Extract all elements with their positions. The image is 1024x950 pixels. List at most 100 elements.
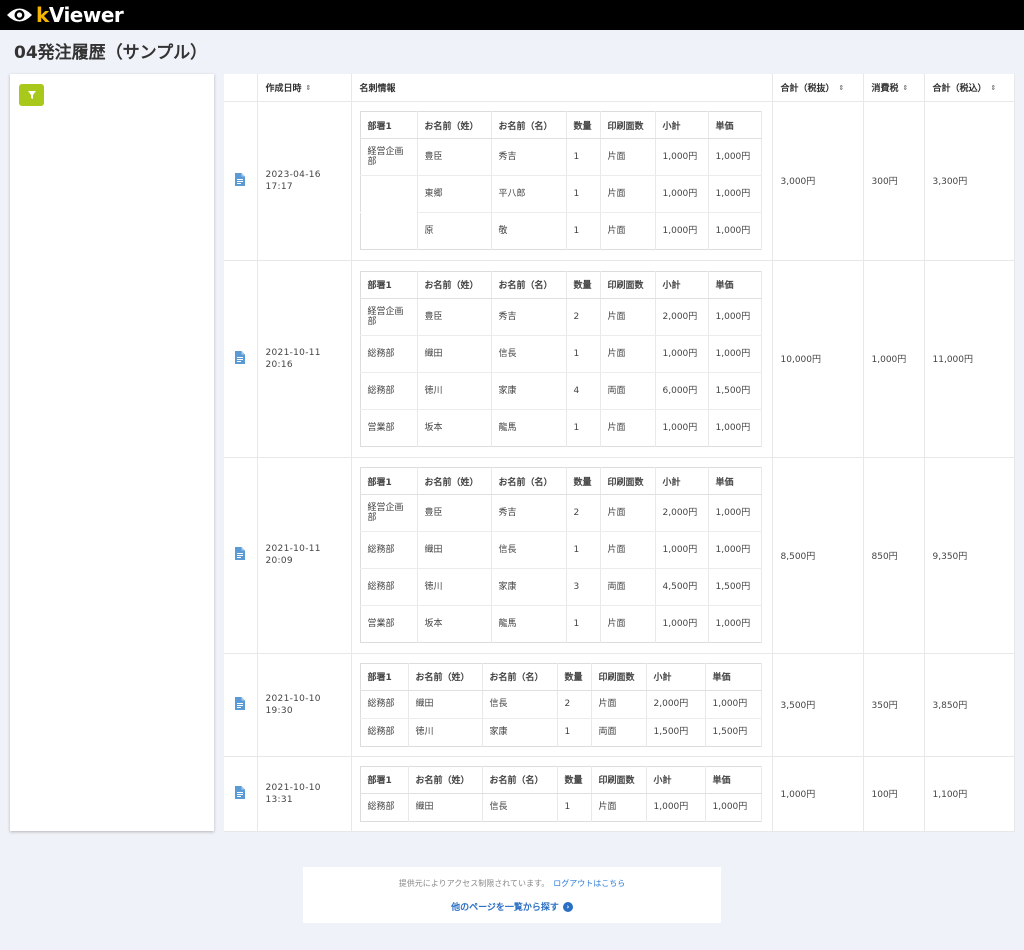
sub-header-first: お名前（名） (491, 111, 567, 139)
header-total-ex[interactable]: 合計（税抜） ⇕ (772, 74, 864, 102)
card-item-first: 信長 (482, 690, 558, 719)
card-item-row: 総務部 織田 信長 1 片面 1,000円 1,000円 (360, 335, 762, 373)
card-item-dept: 総務部 (360, 568, 418, 606)
filter-icon (27, 91, 36, 99)
card-item-row: 原敬 1 片面 1,000円 1,000円 (360, 212, 762, 250)
sort-icon[interactable]: ⇕ (991, 84, 997, 92)
row-tax: 1,000円 (863, 260, 925, 458)
card-item-first: 家康 (491, 372, 567, 410)
sub-header-first: お名前（名） (491, 271, 567, 299)
sub-header-last: お名前（姓） (408, 766, 483, 794)
sort-icon[interactable]: ⇕ (839, 84, 845, 92)
created-datetime: 2021-10-11 20:09 (257, 457, 352, 654)
created-date: 2021-10-10 (265, 782, 321, 793)
card-item-dept: 総務部 (360, 690, 409, 719)
document-icon[interactable] (235, 350, 246, 367)
card-item-dept: 総務部 (360, 531, 418, 569)
sub-header-subtotal: 小計 (655, 467, 709, 495)
sub-header-unit: 単価 (708, 111, 762, 139)
card-item-sides: 片面 (600, 298, 656, 336)
card-item-unit: 1,000円 (708, 605, 762, 643)
header-total-in[interactable]: 合計（税込） ⇕ (924, 74, 1015, 102)
card-item-row: 総務部 織田 信長 2 片面 2,000円 1,000円 (360, 690, 762, 719)
sub-header-unit: 単価 (708, 271, 762, 299)
document-icon[interactable] (235, 696, 246, 713)
sub-header-sides: 印刷面数 (600, 111, 656, 139)
sub-header-subtotal: 小計 (646, 766, 706, 794)
card-item-last: 織田 (417, 335, 492, 373)
card-item-subtotal: 1,000円 (655, 409, 709, 446)
card-item-subtotal: 1,000円 (655, 175, 709, 213)
card-item-qty: 1 (566, 335, 601, 373)
card-item-dept: 営業部 (360, 409, 418, 446)
row-total-in: 11,000円 (924, 260, 1015, 458)
created-time: 20:16 (265, 359, 293, 370)
card-item-unit: 1,000円 (708, 298, 762, 336)
row-total-in: 3,850円 (924, 653, 1015, 757)
doc-icon-cell (224, 756, 258, 832)
card-item-dept: 総務部 (360, 335, 418, 373)
document-icon[interactable] (235, 547, 246, 563)
card-item-first: 家康 (491, 568, 567, 606)
sort-icon[interactable]: ⇕ (903, 84, 909, 92)
card-item-unit: 1,000円 (708, 335, 762, 373)
document-icon[interactable] (235, 785, 246, 802)
doc-icon-cell (224, 260, 258, 458)
card-item-subtotal: 1,000円 (646, 793, 706, 821)
created-date: 2021-10-11 (265, 544, 321, 554)
card-info-cell: 部署1 お名前（姓） お名前（名） 数量 印刷面数 小計 単価 経営企画部 豊臣 秀吉 2 片面 2,0… (351, 457, 773, 654)
card-item-sides: 片面 (600, 409, 656, 446)
card-item-sides: 両面 (600, 372, 656, 410)
card-item-last: 豊臣 (417, 138, 492, 176)
sub-header-dept: 部署1 (360, 766, 409, 794)
card-item-qty: 2 (566, 494, 601, 532)
document-icon[interactable] (235, 172, 246, 189)
card-item-subtotal: 1,000円 (655, 138, 709, 176)
sort-icon[interactable]: ⇕ (306, 84, 312, 92)
card-item-sides: 片面 (600, 531, 656, 569)
card-item-row: 総務部 織田 信長 1 片面 1,000円 1,000円 (360, 531, 762, 569)
sub-header-dept: 部署1 (360, 663, 409, 691)
created-date: 2023-04-16 (265, 169, 321, 180)
card-item-last: 豊臣 (417, 494, 492, 532)
card-info-table: 部署1 お名前（姓） お名前（名） 数量 印刷面数 小計 単価 経営企画部 豊臣 秀吉 2 片面 2,0… (359, 467, 762, 643)
card-item-unit: 1,000円 (708, 409, 762, 446)
card-info-cell: 部署1 お名前（姓） お名前（名） 数量 印刷面数 小計 単価 総務部 織田 信長 2 片面 2,000… (351, 653, 773, 757)
browse-pages-link[interactable]: 他のページを一覧から探す › (451, 900, 573, 913)
card-item-last: 坂本 (417, 605, 492, 643)
card-item-sides: 片面 (600, 138, 656, 176)
card-info-cell: 部署1 お名前（姓） お名前（名） 数量 印刷面数 小計 単価 経営企画部 豊臣 秀吉 1 片面 1,0… (351, 101, 773, 261)
doc-icon-cell (224, 101, 258, 261)
filter-button[interactable] (19, 84, 44, 106)
logout-link[interactable]: ログアウトはこちら (553, 879, 625, 888)
order-row: 2021-10-11 20:09 部署1 お名前（姓） お名前（名） 数量 印刷面数 小計 単価… (224, 457, 1015, 654)
card-item-row: 経営企画部 豊臣 秀吉 2 片面 2,000円 1,000円 (360, 298, 762, 336)
card-item-subtotal: 4,500円 (655, 568, 709, 606)
card-item-subtotal: 1,000円 (655, 531, 709, 569)
card-item-first: 秀吉 (491, 494, 567, 532)
card-item-last: 織田 (408, 690, 483, 719)
card-item-subtotal: 1,000円 (655, 212, 709, 250)
table-header-row: 作成日時 ⇕ 名刺情報 合計（税抜） ⇕ 消費税 ⇕ 合計（税込） ⇕ (224, 74, 1015, 102)
card-item-dept: 経営企画部 (360, 138, 418, 176)
row-total-ex: 10,000円 (772, 260, 864, 458)
card-item-first: 秀吉 (491, 298, 567, 336)
header-tax[interactable]: 消費税 ⇕ (863, 74, 925, 102)
header-created[interactable]: 作成日時 ⇕ (257, 74, 352, 102)
card-item-subtotal: 2,000円 (655, 494, 709, 532)
card-item-sides: 片面 (600, 175, 656, 213)
app-name: kViewer (36, 3, 124, 27)
sub-header-subtotal: 小計 (655, 271, 709, 299)
card-item-dept: 経営企画部 (360, 298, 418, 336)
sub-header-qty: 数量 (566, 467, 601, 495)
card-item-qty: 1 (566, 212, 601, 250)
card-item-dept (360, 212, 418, 250)
card-info-cell: 部署1 お名前（姓） お名前（名） 数量 印刷面数 小計 単価 経営企画部 豊臣 秀吉 2 片面 2,0… (351, 260, 773, 458)
app-logo[interactable]: kViewer (6, 3, 124, 27)
sub-header-last: お名前（姓） (417, 271, 492, 299)
doc-icon-cell (224, 457, 258, 654)
card-item-first: 龍馬 (491, 409, 567, 446)
card-item-first: 秀吉 (491, 138, 567, 176)
sub-header-dept: 部署1 (360, 271, 418, 299)
card-item-subtotal: 1,000円 (655, 605, 709, 643)
